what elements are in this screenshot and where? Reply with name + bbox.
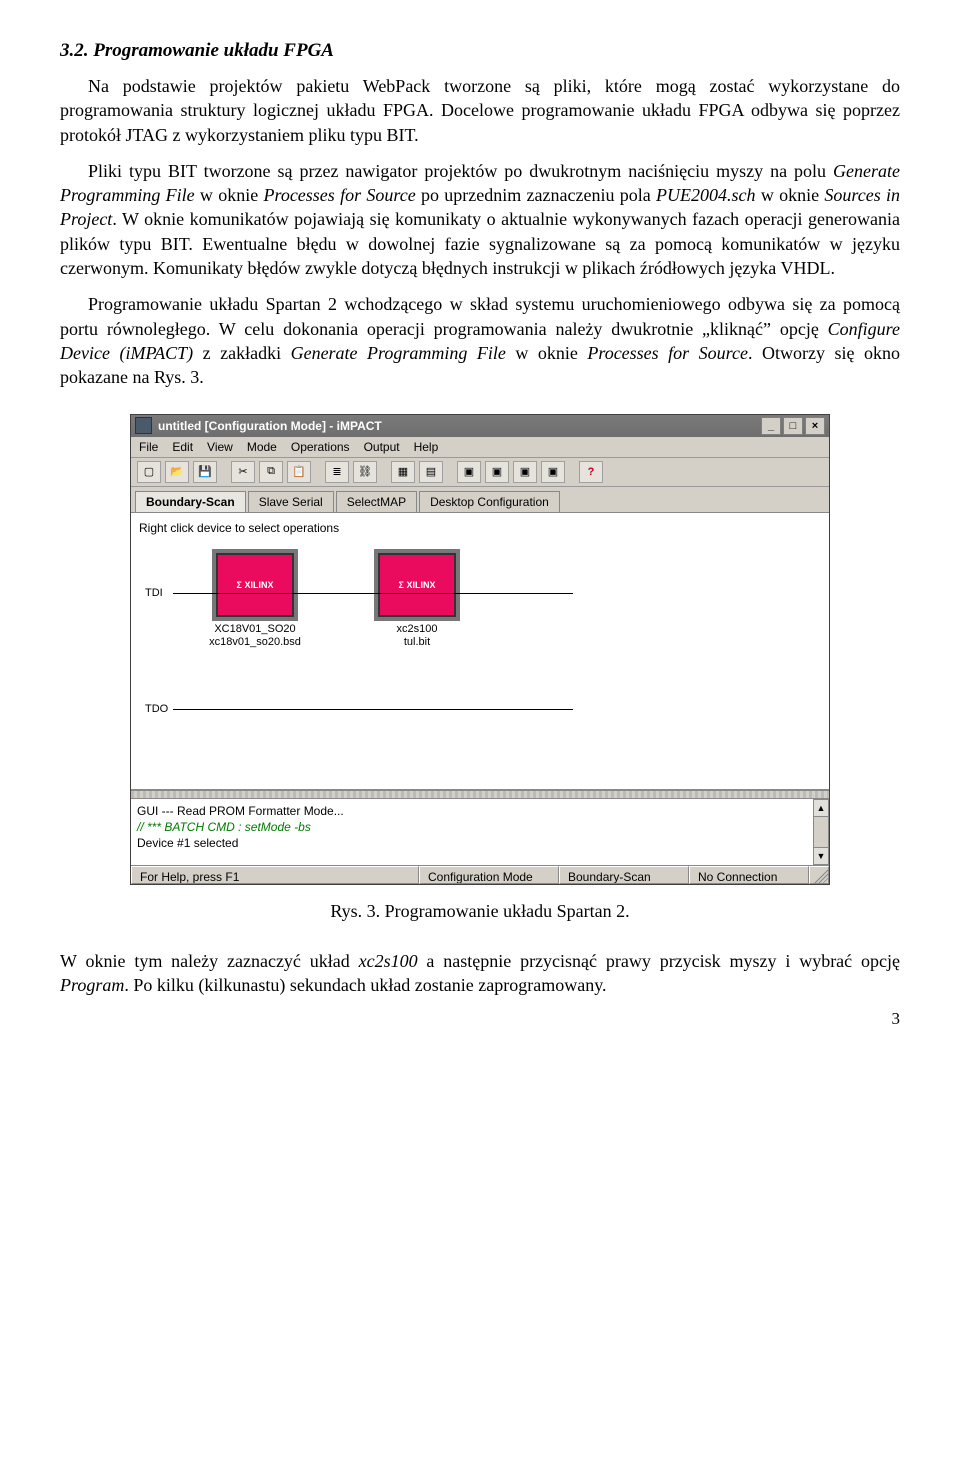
scroll-track[interactable]: [813, 817, 829, 847]
status-conn: No Connection: [689, 866, 809, 884]
toolbar: ▢ 📂 💾 ✂ ⧉ 📋 ≣ ⛓ ▦ ▤ ▣ ▣ ▣ ▣ ?: [131, 458, 829, 487]
chip3-icon[interactable]: ▣: [513, 461, 537, 483]
log-panel: GUI --- Read PROM Formatter Mode... // *…: [131, 799, 829, 866]
text: W oknie tym należy zaznaczyć układ: [60, 951, 359, 971]
chip1-icon[interactable]: ▣: [457, 461, 481, 483]
para-4: W oknie tym należy zaznaczyć układ xc2s1…: [60, 949, 900, 998]
tdo-label: TDO: [145, 703, 168, 715]
text: xc2s100: [359, 951, 418, 971]
xilinx-chip-icon: Σ XILINX: [216, 553, 294, 617]
device-label: XC18V01_SO20: [209, 623, 301, 637]
device-xc2s100[interactable]: Σ XILINX xc2s100 tul.bit: [371, 553, 463, 651]
xilinx-chip-icon: Σ XILINX: [378, 553, 456, 617]
text: po uprzednim zaznaczeniu pola: [416, 185, 656, 205]
device-file: xc18v01_so20.bsd: [209, 636, 301, 650]
log-line: Device #1 selected: [137, 835, 823, 851]
new-icon[interactable]: ▢: [137, 461, 161, 483]
paste-icon[interactable]: 📋: [287, 461, 311, 483]
grid1-icon[interactable]: ▦: [391, 461, 415, 483]
menu-file[interactable]: File: [139, 440, 158, 454]
tdi-label: TDI: [145, 587, 163, 599]
para-2: Pliki typu BIT tworzone są przez nawigat…: [60, 159, 900, 280]
chain-icon[interactable]: ⛓: [353, 461, 377, 483]
log-line: GUI --- Read PROM Formatter Mode...: [137, 803, 823, 819]
maximize-button[interactable]: □: [783, 417, 803, 435]
text: w oknie: [756, 185, 825, 205]
device-label: xc2s100: [371, 623, 463, 637]
app-icon: [135, 417, 152, 434]
db-icon[interactable]: ≣: [325, 461, 349, 483]
text: Program: [60, 975, 124, 995]
text: Processes for Source: [263, 185, 415, 205]
titlebar[interactable]: untitled [Configuration Mode] - iMPACT _…: [131, 415, 829, 437]
figure-caption: Rys. 3. Programowanie układu Spartan 2.: [60, 899, 900, 923]
chip4-icon[interactable]: ▣: [541, 461, 565, 483]
text: PUE2004.sch: [656, 185, 755, 205]
tab-desktop-config[interactable]: Desktop Configuration: [419, 491, 560, 512]
text: Pliki typu BIT tworzone są przez nawigat…: [88, 161, 833, 181]
close-button[interactable]: ×: [805, 417, 825, 435]
grid2-icon[interactable]: ▤: [419, 461, 443, 483]
cut-icon[interactable]: ✂: [231, 461, 255, 483]
wire-tdo: [173, 709, 573, 710]
text: Processes for Source: [587, 343, 748, 363]
copy-icon[interactable]: ⧉: [259, 461, 283, 483]
tab-boundary-scan[interactable]: Boundary-Scan: [135, 491, 246, 512]
tabbar: Boundary-Scan Slave Serial SelectMAP Des…: [131, 487, 829, 513]
para-3: Programowanie układu Spartan 2 wchodzące…: [60, 292, 900, 389]
statusbar: For Help, press F1 Configuration Mode Bo…: [131, 866, 829, 884]
menu-view[interactable]: View: [207, 440, 233, 454]
text: w oknie: [506, 343, 587, 363]
text: Programowanie układu Spartan 2 wchodzące…: [60, 294, 900, 338]
text: Generate Programming File: [291, 343, 506, 363]
menu-output[interactable]: Output: [364, 440, 400, 454]
help-icon[interactable]: ?: [579, 461, 603, 483]
window-title: untitled [Configuration Mode] - iMPACT: [158, 419, 761, 433]
page-number: 3: [60, 1009, 900, 1029]
splitter[interactable]: [131, 790, 829, 799]
chip2-icon[interactable]: ▣: [485, 461, 509, 483]
para-1: Na podstawie projektów pakietu WebPack t…: [60, 74, 900, 147]
status-mode: Configuration Mode: [419, 866, 559, 884]
menu-help[interactable]: Help: [414, 440, 439, 454]
size-grip-icon[interactable]: [809, 866, 829, 884]
chain-canvas[interactable]: Right click device to select operations …: [131, 513, 829, 790]
open-icon[interactable]: 📂: [165, 461, 189, 483]
text: z zakładki: [193, 343, 290, 363]
scroll-down-icon[interactable]: ▼: [813, 847, 829, 865]
canvas-hint: Right click device to select operations: [139, 521, 821, 535]
status-help: For Help, press F1: [131, 866, 419, 884]
tab-selectmap[interactable]: SelectMAP: [336, 491, 417, 512]
menu-edit[interactable]: Edit: [172, 440, 193, 454]
log-line: // *** BATCH CMD : setMode -bs: [137, 819, 823, 835]
menubar: File Edit View Mode Operations Output He…: [131, 437, 829, 458]
text: a następnie przycisnąć prawy przycisk my…: [418, 951, 900, 971]
text: . W oknie komunikatów pojawiają się komu…: [60, 209, 900, 278]
menu-operations[interactable]: Operations: [291, 440, 350, 454]
scroll-up-icon[interactable]: ▲: [813, 799, 829, 817]
wire-tdi: [173, 593, 573, 594]
status-scan: Boundary-Scan: [559, 866, 689, 884]
section-heading: 3.2. Programowanie układu FPGA: [60, 40, 900, 62]
scrollbar[interactable]: ▲ ▼: [813, 799, 829, 865]
menu-mode[interactable]: Mode: [247, 440, 277, 454]
figure-3: untitled [Configuration Mode] - iMPACT _…: [60, 414, 900, 885]
minimize-button[interactable]: _: [761, 417, 781, 435]
device-file: tul.bit: [371, 636, 463, 650]
device-xc18v01[interactable]: Σ XILINX XC18V01_SO20 xc18v01_so20.bsd: [209, 553, 301, 651]
impact-window: untitled [Configuration Mode] - iMPACT _…: [130, 414, 830, 885]
text: w oknie: [195, 185, 264, 205]
text: . Po kilku (kilkunastu) sekundach układ …: [124, 975, 606, 995]
save-icon[interactable]: 💾: [193, 461, 217, 483]
tab-slave-serial[interactable]: Slave Serial: [248, 491, 334, 512]
